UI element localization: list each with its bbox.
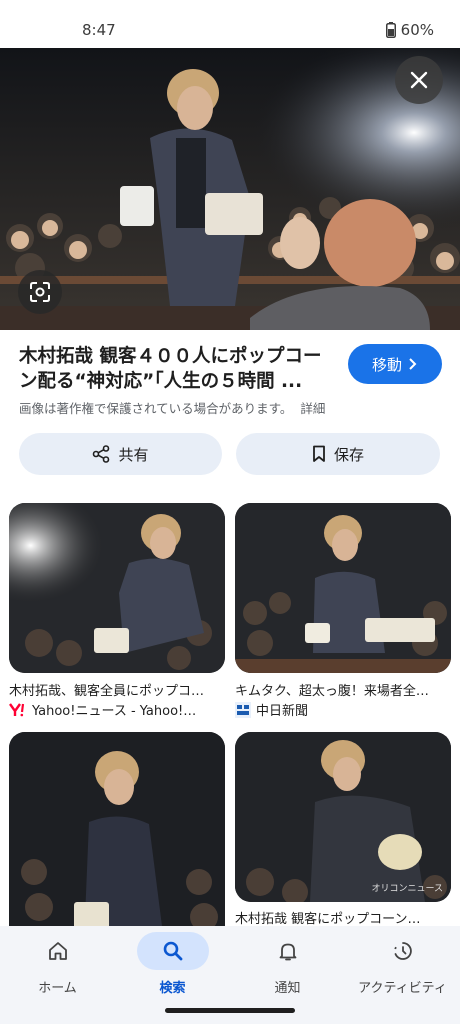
main-image[interactable] xyxy=(0,48,460,330)
nav-activity[interactable]: アクティビティ xyxy=(345,926,460,1024)
related-source[interactable]: Yahoo!ニュース - Yahoo!… xyxy=(9,700,225,719)
visit-button[interactable]: 移動 xyxy=(348,344,442,384)
related-image-photo xyxy=(9,732,225,942)
related-image-photo xyxy=(235,732,451,902)
related-image[interactable] xyxy=(9,732,225,942)
visit-button-label: 移動 xyxy=(371,355,402,374)
chevron-right-icon xyxy=(409,358,417,370)
main-image-photo xyxy=(0,48,460,330)
related-caption[interactable]: 木村拓哉、観客全員にポップコ… xyxy=(9,680,225,699)
related-image[interactable] xyxy=(235,503,451,673)
save-label: 保存 xyxy=(333,445,364,464)
related-image[interactable]: オリコンニュース xyxy=(235,732,451,902)
activity-icon xyxy=(394,942,412,960)
result-title[interactable]: 木村拓哉 観客４００人にポップコーン配る“神対応”「人生の５時間 ... xyxy=(19,344,337,394)
share-button[interactable]: 共有 xyxy=(19,433,222,475)
related-source[interactable]: 中日新聞 xyxy=(235,700,451,719)
share-icon xyxy=(93,445,110,463)
nav-home-label: ホーム xyxy=(38,981,77,996)
close-button[interactable] xyxy=(395,56,443,104)
related-image-photo xyxy=(9,503,225,673)
search-icon xyxy=(163,941,183,961)
nav-search-label: 検索 xyxy=(159,981,186,996)
lens-button[interactable] xyxy=(18,270,62,314)
battery-icon xyxy=(385,22,396,38)
status-time: 8:47 xyxy=(82,21,116,39)
yahoo-logo-icon xyxy=(9,702,25,716)
copyright-notice: 画像は著作権で保護されている場合があります。 詳細 xyxy=(19,398,325,417)
battery-percent: 60% xyxy=(400,21,434,39)
save-button[interactable]: 保存 xyxy=(236,433,440,475)
related-caption[interactable]: 木村拓哉 観客にポップコーン… xyxy=(235,908,451,927)
nav-home-pill xyxy=(22,932,94,970)
share-label: 共有 xyxy=(118,445,149,464)
lens-icon xyxy=(30,282,50,302)
related-source-name: Yahoo!ニュース - Yahoo!… xyxy=(32,704,197,719)
related-image[interactable] xyxy=(9,503,225,673)
details-link[interactable]: 詳細 xyxy=(300,401,325,416)
bell-icon xyxy=(279,943,297,961)
close-icon xyxy=(410,71,428,89)
home-indicator[interactable] xyxy=(165,1008,295,1013)
nav-home[interactable]: ホーム xyxy=(0,926,115,1024)
copyright-text: 画像は著作権で保護されている場合があります。 xyxy=(19,401,293,416)
bookmark-icon xyxy=(313,445,325,462)
home-icon xyxy=(49,942,67,960)
nav-notifications-pill xyxy=(252,932,324,970)
status-battery: 60% xyxy=(385,21,434,39)
chunichi-logo-icon xyxy=(235,701,251,718)
related-image-photo xyxy=(235,503,451,673)
related-source-name: 中日新聞 xyxy=(256,704,309,719)
nav-activity-pill xyxy=(367,932,439,970)
watermark: オリコンニュース xyxy=(371,884,443,894)
nav-activity-label: アクティビティ xyxy=(358,981,447,996)
status-bar: 8:47 60% xyxy=(0,0,460,48)
related-caption[interactable]: キムタク、超太っ腹！来場者全… xyxy=(235,680,451,699)
nav-notifications-label: 通知 xyxy=(274,981,301,996)
nav-search-pill xyxy=(137,932,209,970)
